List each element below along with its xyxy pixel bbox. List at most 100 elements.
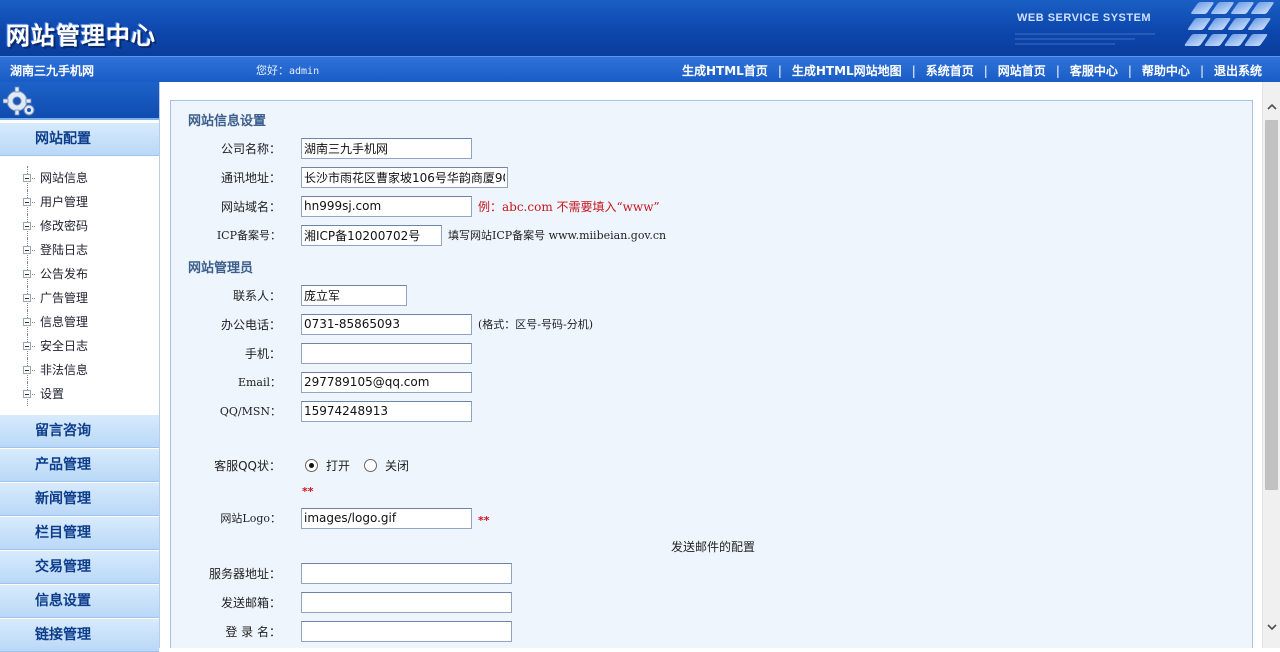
menu-group-products[interactable]: 产品管理 [0, 448, 159, 482]
submenu-item-label: 用户管理 [40, 195, 89, 209]
menu-group-transactions[interactable]: 交易管理 [0, 550, 159, 584]
radio-close-label: 关闭 [385, 458, 410, 473]
submenu-item-info-manage[interactable]: 信息管理 [0, 310, 159, 334]
nav-system-home[interactable]: 系统首页 [926, 62, 974, 79]
menu-group-news[interactable]: 新闻管理 [0, 482, 159, 516]
menu-group-messages[interactable]: 留言咨询 [0, 414, 159, 448]
row-company: 公司名称： [171, 137, 1171, 159]
office-phone-input[interactable] [301, 313, 472, 335]
address-input[interactable] [301, 166, 508, 188]
sidebar: 网站配置 网站信息 用户管理 修改密码 登陆日志 公告发布 广告管理 信息管理 … [0, 82, 160, 652]
nav-generate-html-sitemap[interactable]: 生成HTML网站地图 [792, 62, 902, 79]
tree-node-icon [22, 190, 35, 214]
nav-separator: | [777, 63, 782, 78]
vertical-scrollbar[interactable] [1262, 82, 1280, 648]
domain-input[interactable] [301, 195, 472, 217]
row-login: 登 录 名： [171, 620, 1171, 642]
tree-node-icon [22, 214, 35, 238]
icp-input[interactable] [301, 224, 442, 246]
section-title-site-info: 网站信息设置 [188, 114, 267, 129]
submenu-item-user-manage[interactable]: 用户管理 [0, 190, 159, 214]
tree-node-icon [22, 262, 35, 286]
scroll-down-icon[interactable] [1263, 618, 1280, 635]
radio-close[interactable] [364, 458, 378, 472]
row-domain: 网站域名： 例：abc.com 不需要填入“www” [171, 195, 1171, 217]
submenu-item-label: 修改密码 [40, 219, 89, 233]
contact-label: 联系人： [232, 288, 281, 303]
tree-node-icon [22, 166, 35, 190]
radio-open-option[interactable]: 打开 [305, 457, 350, 474]
row-icp: ICP备案号： 填写网站ICP备案号 www.miibeian.gov.cn [171, 224, 1171, 246]
nav-service-center[interactable]: 客服中心 [1070, 62, 1118, 79]
mobile-label: 手机： [244, 346, 281, 361]
qq-label: QQ/MSN： [219, 405, 281, 418]
address-label: 通讯地址： [220, 170, 281, 185]
domain-hint: 例：abc.com 不需要填入“www” [478, 199, 660, 214]
submenu-site-config: 网站信息 用户管理 修改密码 登陆日志 公告发布 广告管理 信息管理 安全日志 … [0, 156, 159, 414]
row-qq-status: 客服QQ状： 打开 关闭 [171, 454, 1171, 476]
scrollbar-thumb[interactable] [1265, 120, 1278, 490]
submenu-item-illegal-info[interactable]: 非法信息 [0, 358, 159, 382]
nav-generate-html-home[interactable]: 生成HTML首页 [682, 62, 768, 79]
radio-open[interactable] [305, 458, 318, 472]
row-sender: 发送邮箱： [171, 591, 1171, 613]
submenu-item-label: 信息管理 [40, 315, 89, 329]
submenu-item-label: 设置 [40, 387, 65, 401]
main-content: 网站信息设置 公司名称： 通讯地址： 网站域名： 例：abc.com 不需要填入… [160, 82, 1262, 648]
submenu-item-security-log[interactable]: 安全日志 [0, 334, 159, 358]
tree-node-icon [22, 358, 35, 382]
submenu-item-site-info[interactable]: 网站信息 [0, 166, 159, 190]
nav-separator: | [983, 63, 988, 78]
submenu-item-change-password[interactable]: 修改密码 [0, 214, 159, 238]
sidebar-header [0, 82, 159, 120]
scroll-up-icon[interactable] [1263, 98, 1280, 115]
submenu-item-settings[interactable]: 设置 [0, 382, 159, 406]
icp-label: ICP备案号： [216, 229, 281, 242]
nav-separator: | [1127, 63, 1132, 78]
submenu-item-label: 安全日志 [40, 339, 89, 353]
radio-open-label: 打开 [326, 458, 351, 473]
sender-label: 发送邮箱： [220, 595, 281, 610]
row-qq: QQ/MSN： [171, 400, 1171, 422]
tree-node-icon [22, 286, 35, 310]
submenu-item-label: 非法信息 [40, 363, 89, 377]
company-name-input[interactable] [301, 137, 472, 159]
row-email: Email： [171, 371, 1171, 393]
top-nav-bar: 湖南三九手机网 您好：admin 生成HTML首页 | 生成HTML网站地图 |… [0, 56, 1280, 82]
submenu-item-login-log[interactable]: 登陆日志 [0, 238, 159, 262]
menu-group-columns[interactable]: 栏目管理 [0, 516, 159, 550]
tree-node-icon [22, 238, 35, 262]
nav-help-center[interactable]: 帮助中心 [1142, 62, 1190, 79]
nav-separator: | [911, 63, 916, 78]
tree-node-icon [22, 382, 35, 406]
phone-label: 办公电话： [220, 317, 281, 332]
menu-group-links[interactable]: 链接管理 [0, 618, 159, 652]
email-label: Email： [237, 376, 281, 389]
contact-input[interactable] [301, 284, 407, 306]
username: admin [289, 66, 320, 77]
submenu-item-ad-manage[interactable]: 广告管理 [0, 286, 159, 310]
smtp-server-input[interactable] [301, 562, 512, 584]
logo-path-input[interactable] [301, 507, 472, 529]
sender-email-input[interactable] [301, 591, 512, 613]
tree-node-icon [22, 334, 35, 358]
smtp-label: 服务器地址： [208, 566, 281, 581]
qq-input[interactable] [301, 400, 472, 422]
row-address: 通讯地址： [171, 166, 1171, 188]
greeting: 您好：admin [256, 62, 319, 78]
tree-node-icon [22, 310, 35, 334]
email-input[interactable] [301, 371, 472, 393]
login-name-input[interactable] [301, 620, 512, 642]
logo-title: 网站管理中心 [6, 22, 156, 50]
menu-group-info-settings[interactable]: 信息设置 [0, 584, 159, 618]
radio-close-option[interactable]: 关闭 [364, 457, 409, 474]
row-mobile: 手机： [171, 342, 1171, 364]
nav-site-home[interactable]: 网站首页 [998, 62, 1046, 79]
site-name: 湖南三九手机网 [10, 64, 95, 78]
nav-logout[interactable]: 退出系统 [1214, 62, 1262, 79]
submenu-item-label: 广告管理 [40, 291, 89, 305]
keyboard-icon [1184, 2, 1274, 46]
mobile-input[interactable] [301, 342, 472, 364]
menu-group-site-config[interactable]: 网站配置 [0, 122, 159, 156]
submenu-item-announcement[interactable]: 公告发布 [0, 262, 159, 286]
